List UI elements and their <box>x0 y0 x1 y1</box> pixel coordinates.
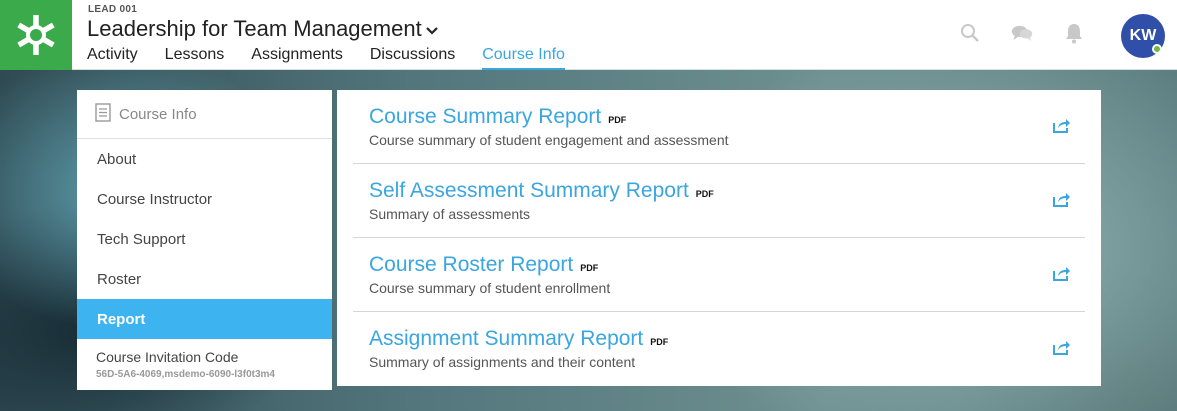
course-code: LEAD 001 <box>88 4 138 15</box>
report-item: Course Roster Report PDF Course summary … <box>353 238 1085 312</box>
chat-icon[interactable] <box>1011 22 1033 44</box>
sidebar-heading-label: Course Info <box>119 105 197 123</box>
pdf-badge: PDF <box>608 115 627 125</box>
bell-icon[interactable] <box>1063 22 1085 44</box>
tab-assignments[interactable]: Assignments <box>251 46 343 70</box>
sidebar-item-tech-support[interactable]: Tech Support <box>77 219 332 259</box>
tab-course-info[interactable]: Course Info <box>482 46 565 70</box>
invitation-code-label: Course Invitation Code <box>96 349 239 365</box>
report-description: Course summary of student engagement and… <box>369 132 729 148</box>
course-title: Leadership for Team Management <box>87 16 422 41</box>
sidebar-item-about[interactable]: About <box>77 139 332 179</box>
search-icon[interactable] <box>959 22 981 44</box>
report-item: Self Assessment Summary Report PDF Summa… <box>353 164 1085 238</box>
online-status-dot <box>1152 44 1162 54</box>
sidebar-heading: Course Info <box>77 90 332 139</box>
report-item: Assignment Summary Report PDF Summary of… <box>353 312 1085 386</box>
header-icons <box>959 22 1085 44</box>
reports-panel: Course Summary Report PDF Course summary… <box>337 90 1101 386</box>
tab-lessons[interactable]: Lessons <box>165 46 225 70</box>
app-logo[interactable] <box>0 0 72 70</box>
export-icon[interactable] <box>1053 191 1071 207</box>
sidebar-item-invitation-code[interactable]: Course Invitation Code 56D-5A6-4069,msde… <box>77 339 332 380</box>
top-header: LEAD 001 Leadership for Team Management … <box>0 0 1177 70</box>
pdf-badge: PDF <box>695 189 714 199</box>
tab-activity[interactable]: Activity <box>87 46 138 70</box>
sidebar-item-course-instructor[interactable]: Course Instructor <box>77 179 332 219</box>
report-description: Summary of assessments <box>369 206 531 222</box>
pdf-badge: PDF <box>650 337 669 347</box>
report-description: Summary of assignments and their content <box>369 354 636 370</box>
asterisk-logo-icon <box>17 15 55 55</box>
sidebar-item-report[interactable]: Report <box>77 299 332 339</box>
tab-discussions[interactable]: Discussions <box>370 46 455 70</box>
export-icon[interactable] <box>1053 117 1071 133</box>
export-icon[interactable] <box>1053 265 1071 281</box>
sidebar-item-roster[interactable]: Roster <box>77 259 332 299</box>
pdf-badge: PDF <box>580 263 599 273</box>
document-icon <box>95 102 111 126</box>
export-icon[interactable] <box>1053 339 1071 355</box>
report-title-link[interactable]: Course Summary Report <box>369 105 601 129</box>
course-info-sidebar: Course Info About Course Instructor Tech… <box>77 90 332 390</box>
report-description: Course summary of student enrollment <box>369 280 611 296</box>
course-title-dropdown[interactable]: Leadership for Team Management <box>87 16 438 42</box>
invitation-code-value: 56D-5A6-4069,msdemo-6090-l3f0t3m4 <box>96 369 275 380</box>
report-title-link[interactable]: Self Assessment Summary Report <box>369 179 689 203</box>
report-title-link[interactable]: Assignment Summary Report <box>369 327 643 351</box>
course-tabs: Activity Lessons Assignments Discussions… <box>87 46 592 70</box>
avatar-initials: KW <box>1129 27 1157 44</box>
report-title-link[interactable]: Course Roster Report <box>369 253 573 277</box>
report-item: Course Summary Report PDF Course summary… <box>353 90 1085 164</box>
chevron-down-icon <box>425 26 438 35</box>
